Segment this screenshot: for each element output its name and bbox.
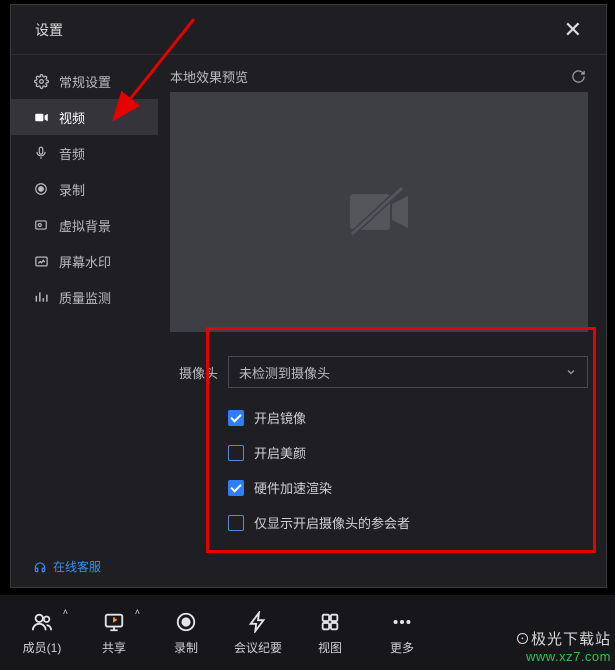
toolbar-members[interactable]: ˄ 成员(1) (6, 609, 78, 656)
sidebar-item-label: 常规设置 (59, 72, 111, 91)
share-icon (102, 609, 126, 635)
toolbar-more[interactable]: 更多 (366, 609, 438, 656)
rotate-icon[interactable] (569, 67, 588, 86)
sidebar-item-record[interactable]: 录制 (11, 171, 158, 207)
sidebar-item-label: 视频 (59, 108, 85, 127)
sidebar-item-label: 屏幕水印 (59, 252, 111, 271)
sidebar-item-label: 录制 (59, 180, 85, 199)
settings-content: 本地效果预览 摄像头 未检测到摄像头 (158, 55, 606, 587)
record-icon (33, 182, 49, 196)
preview-header: 本地效果预览 (170, 67, 588, 86)
dialog-header: 设置 ✕ (11, 5, 606, 55)
camera-select-row: 摄像头 未检测到摄像头 (170, 356, 588, 388)
bottom-toolbar: ˄ 成员(1) ˄ 共享 录制 会议纪要 视图 更多 ⊙极 (0, 595, 615, 670)
toolbar-label: 录制 (174, 639, 198, 656)
sidebar-item-label: 音频 (59, 144, 85, 163)
close-button[interactable]: ✕ (558, 13, 588, 47)
checkbox-mirror[interactable] (228, 410, 244, 426)
sidebar-item-quality[interactable]: 质量监测 (11, 279, 158, 315)
toolbar-share[interactable]: ˄ 共享 (78, 609, 150, 656)
toolbar-meeting-notes[interactable]: 会议纪要 (222, 609, 294, 656)
checkbox-camera-only[interactable] (228, 515, 244, 531)
chevron-up-icon: ˄ (135, 607, 140, 617)
toolbar-record[interactable]: 录制 (150, 609, 222, 656)
toolbar-view[interactable]: 视图 (294, 609, 366, 656)
toolbar-label: 共享 (102, 639, 126, 656)
option-beauty[interactable]: 开启美颜 (228, 443, 588, 462)
chevron-down-icon (565, 366, 577, 378)
chevron-up-icon: ˄ (63, 607, 68, 617)
option-label: 开启美颜 (254, 443, 306, 462)
online-support-link[interactable]: 在线客服 (33, 558, 101, 575)
camera-label: 摄像头 (170, 363, 218, 382)
grid-icon (319, 609, 341, 635)
sidebar-item-label: 虚拟背景 (59, 216, 111, 235)
mic-icon (33, 146, 49, 160)
option-hw-accel[interactable]: 硬件加速渲染 (228, 478, 588, 497)
sidebar-item-watermark[interactable]: 屏幕水印 (11, 243, 158, 279)
sidebar-item-virtual-bg[interactable]: 虚拟背景 (11, 207, 158, 243)
option-camera-only[interactable]: 仅显示开启摄像头的参会者 (228, 513, 588, 532)
toolbar-label: 更多 (390, 639, 414, 656)
watermark-line2: www.xz7.com (515, 649, 611, 664)
settings-dialog: 设置 ✕ 常规设置 视频 音频 (10, 4, 607, 588)
dialog-body: 常规设置 视频 音频 录制 (11, 55, 606, 587)
more-icon (390, 609, 414, 635)
watermark-line1: ⊙极光下载站 (515, 628, 611, 649)
members-icon (30, 609, 54, 635)
option-label: 开启镜像 (254, 408, 306, 427)
video-icon (33, 110, 49, 125)
toolbar-label: 会议纪要 (234, 639, 282, 656)
checkbox-hw-accel[interactable] (228, 480, 244, 496)
camera-off-icon (344, 186, 414, 238)
video-preview (170, 92, 588, 332)
option-label: 硬件加速渲染 (254, 478, 332, 497)
sidebar-item-general[interactable]: 常规设置 (11, 63, 158, 99)
bolt-icon (247, 609, 269, 635)
toolbar-label: 成员(1) (23, 639, 62, 656)
headset-icon (33, 560, 47, 574)
dialog-title: 设置 (35, 20, 63, 40)
record-icon (175, 609, 197, 635)
option-mirror[interactable]: 开启镜像 (228, 408, 588, 427)
camera-select[interactable]: 未检测到摄像头 (228, 356, 588, 388)
sidebar-item-audio[interactable]: 音频 (11, 135, 158, 171)
toolbar-label: 视图 (318, 639, 342, 656)
stats-icon (33, 290, 49, 304)
settings-sidebar: 常规设置 视频 音频 录制 (11, 55, 158, 587)
site-watermark: ⊙极光下载站 www.xz7.com (515, 628, 611, 664)
sidebar-footer-label: 在线客服 (53, 558, 101, 575)
camera-select-value: 未检测到摄像头 (239, 363, 330, 382)
watermark-icon (33, 254, 49, 269)
preview-label: 本地效果预览 (170, 67, 248, 86)
virtual-bg-icon (33, 218, 49, 232)
sidebar-item-video[interactable]: 视频 (11, 99, 158, 135)
gear-icon (33, 74, 49, 89)
sidebar-item-label: 质量监测 (59, 288, 111, 307)
video-options: 开启镜像 开启美颜 硬件加速渲染 仅显示开启摄像头的参会者 (228, 408, 588, 532)
option-label: 仅显示开启摄像头的参会者 (254, 513, 410, 532)
checkbox-beauty[interactable] (228, 445, 244, 461)
